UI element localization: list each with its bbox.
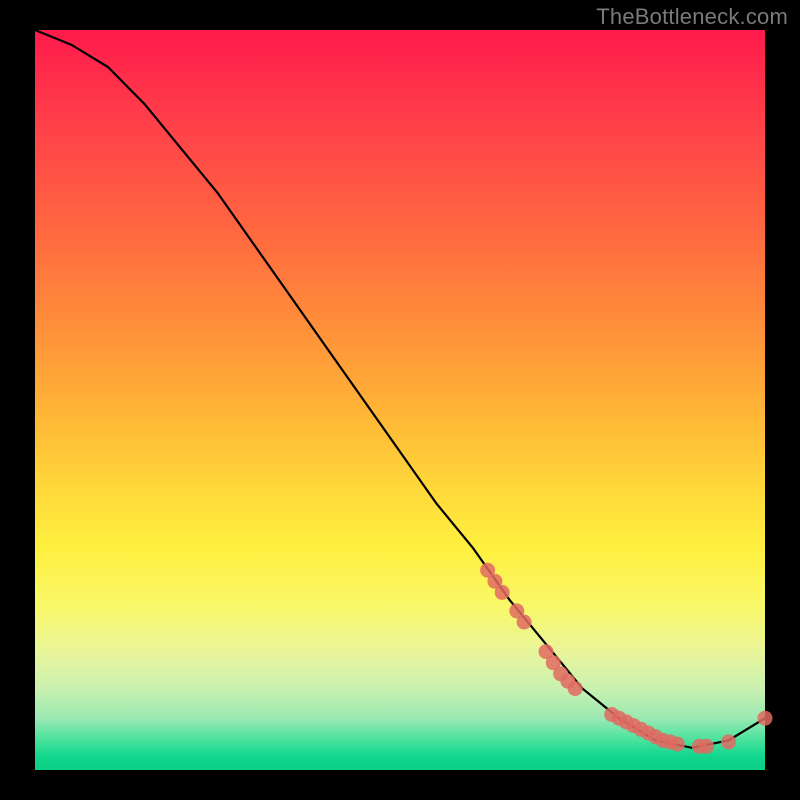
performance-curve: [35, 30, 765, 748]
marker-point: [758, 711, 773, 726]
plot-gradient-area: [35, 30, 765, 770]
plot-svg: [35, 30, 765, 770]
marker-point: [670, 737, 685, 752]
marker-point: [568, 681, 583, 696]
marker-point: [495, 585, 510, 600]
marker-point: [721, 734, 736, 749]
marker-point: [517, 615, 532, 630]
watermark-text: TheBottleneck.com: [596, 4, 788, 30]
marker-group: [480, 563, 772, 754]
marker-point: [699, 739, 714, 754]
chart-frame: TheBottleneck.com: [0, 0, 800, 800]
